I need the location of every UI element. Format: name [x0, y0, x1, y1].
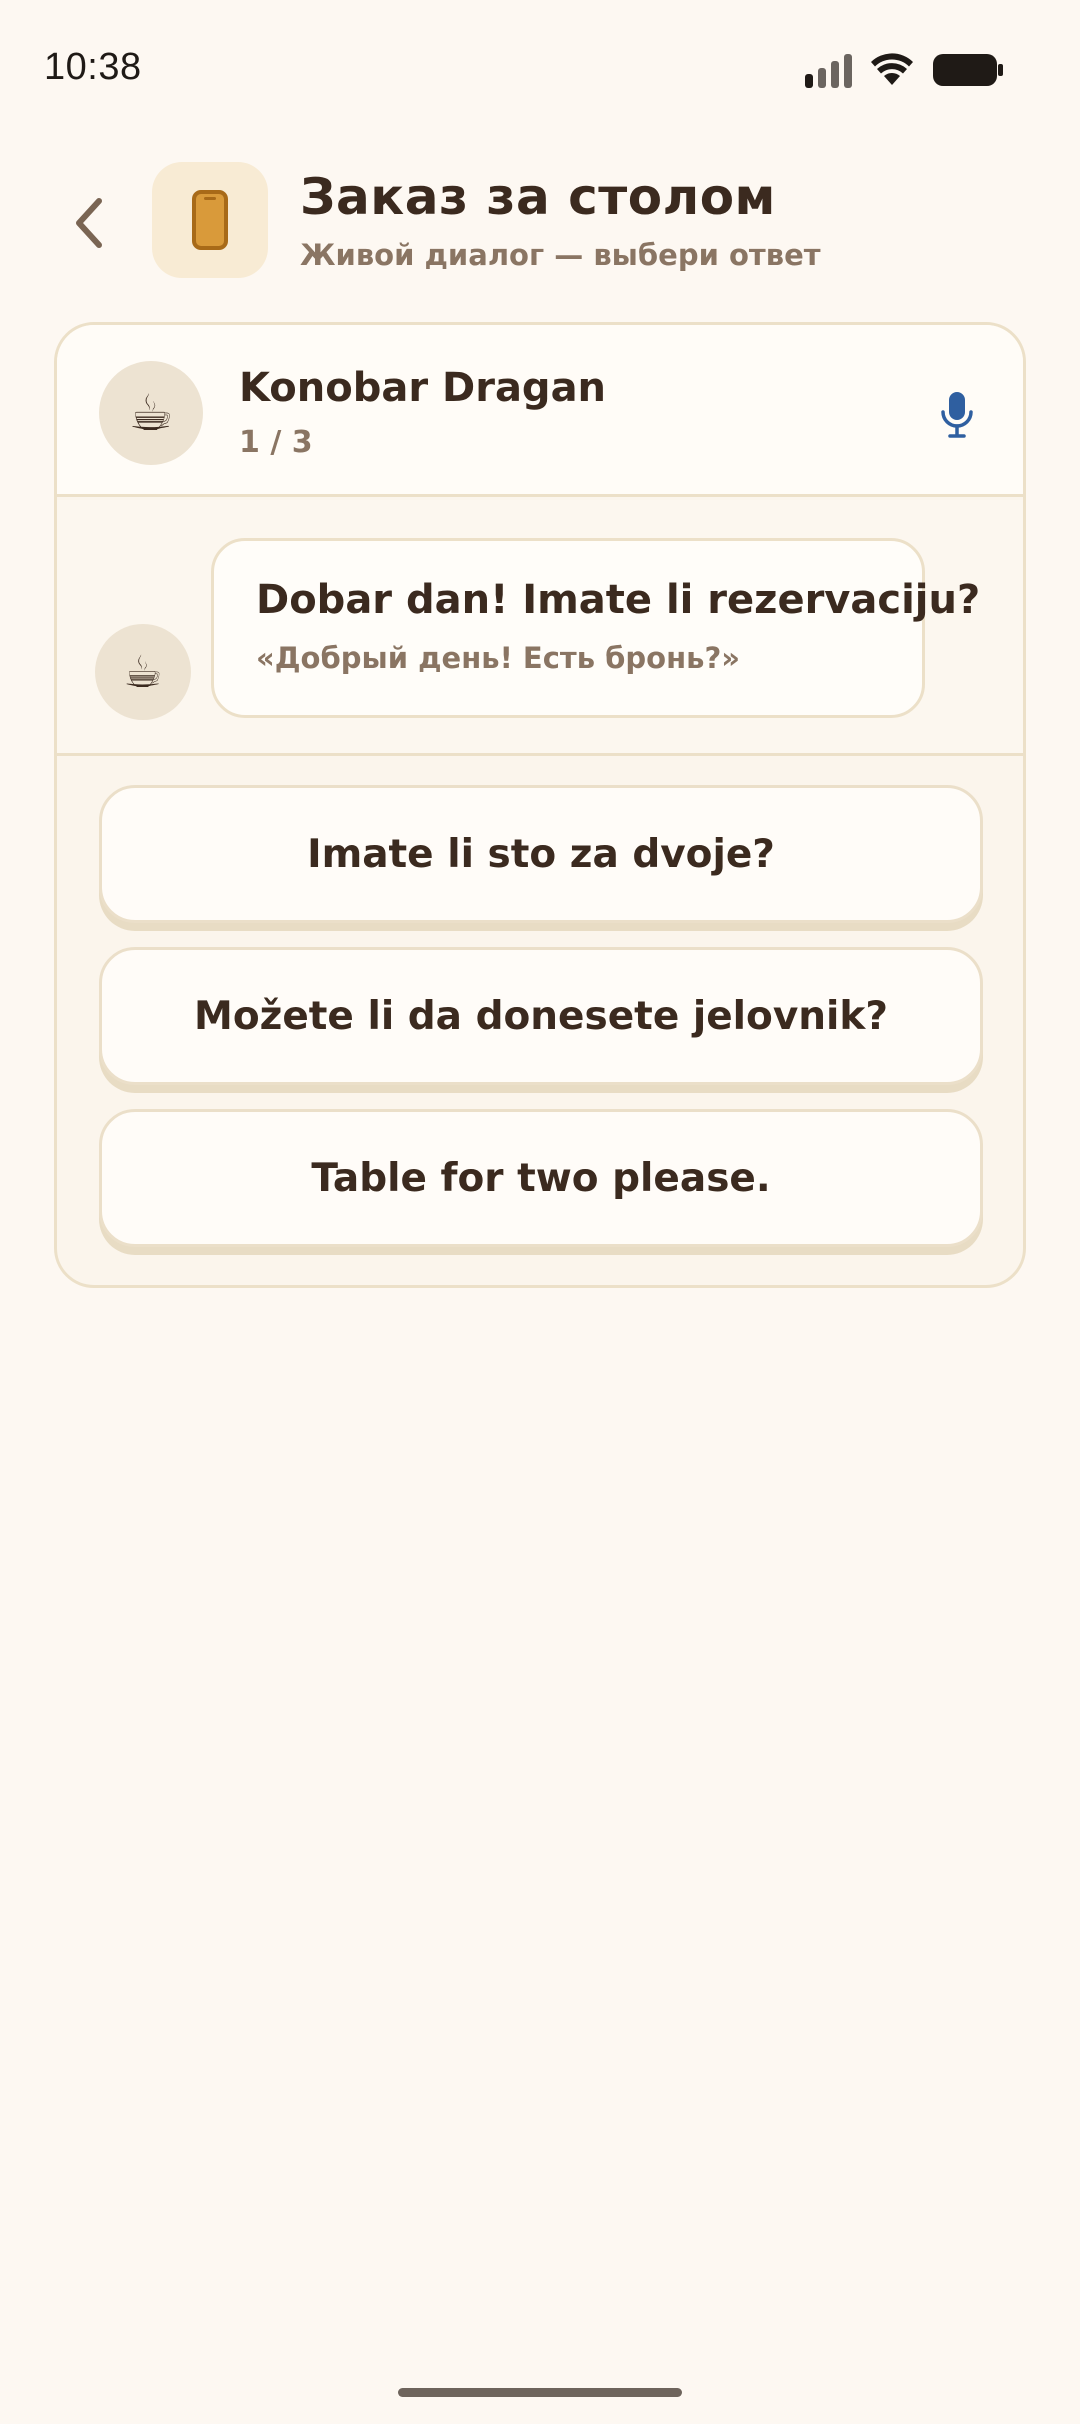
dialog-header: ☕ Konobar Dragan 1 / 3 [57, 325, 1023, 497]
status-bar: 10:38 [0, 0, 1080, 140]
answer-option-1[interactable]: Imate li sto za dvoje? [99, 785, 983, 923]
speaker-name: Konobar Dragan [239, 365, 607, 411]
answer-options: Imate li sto za dvoje? Možete li da done… [99, 785, 983, 1271]
dialog-progress: 1 / 3 [239, 425, 313, 460]
home-indicator[interactable] [398, 2388, 682, 2397]
wifi-icon [871, 53, 913, 85]
page-header: Заказ за столом Живой диалог — выбери от… [0, 160, 1080, 290]
status-icons [805, 50, 1004, 90]
microphone-icon [941, 392, 973, 438]
header-icon-tile [152, 162, 268, 278]
phone-icon [192, 190, 228, 250]
speaker-avatar: ☕ [99, 361, 203, 465]
back-button[interactable] [58, 188, 118, 258]
message-translation: «Добрый день! Есть бронь?» [256, 641, 741, 675]
page-subtitle: Живой диалог — выбери ответ [300, 238, 821, 272]
chevron-left-icon [76, 198, 102, 248]
message-avatar: ☕ [95, 624, 191, 720]
cellular-signal-icon [805, 52, 852, 88]
dialog-card: ☕ Konobar Dragan 1 / 3 ☕ Dobar dan! Imat… [54, 322, 1026, 1288]
message-text: Dobar dan! Imate li rezervaciju? [256, 577, 981, 623]
message-bubble: Dobar dan! Imate li rezervaciju? «Добрый… [211, 538, 981, 718]
answer-option-2[interactable]: Možete li da donesete jelovnik? [99, 947, 983, 1085]
page-title: Заказ за столом [300, 168, 776, 226]
message-area: ☕ Dobar dan! Imate li rezervaciju? «Добр… [57, 500, 1023, 756]
screen: 10:38 Заказ за столом Живой диалог — выб… [0, 0, 1080, 2424]
microphone-button[interactable] [929, 385, 985, 445]
battery-icon [933, 54, 1003, 86]
answer-option-3[interactable]: Table for two please. [99, 1109, 983, 1247]
status-time: 10:38 [44, 46, 142, 88]
